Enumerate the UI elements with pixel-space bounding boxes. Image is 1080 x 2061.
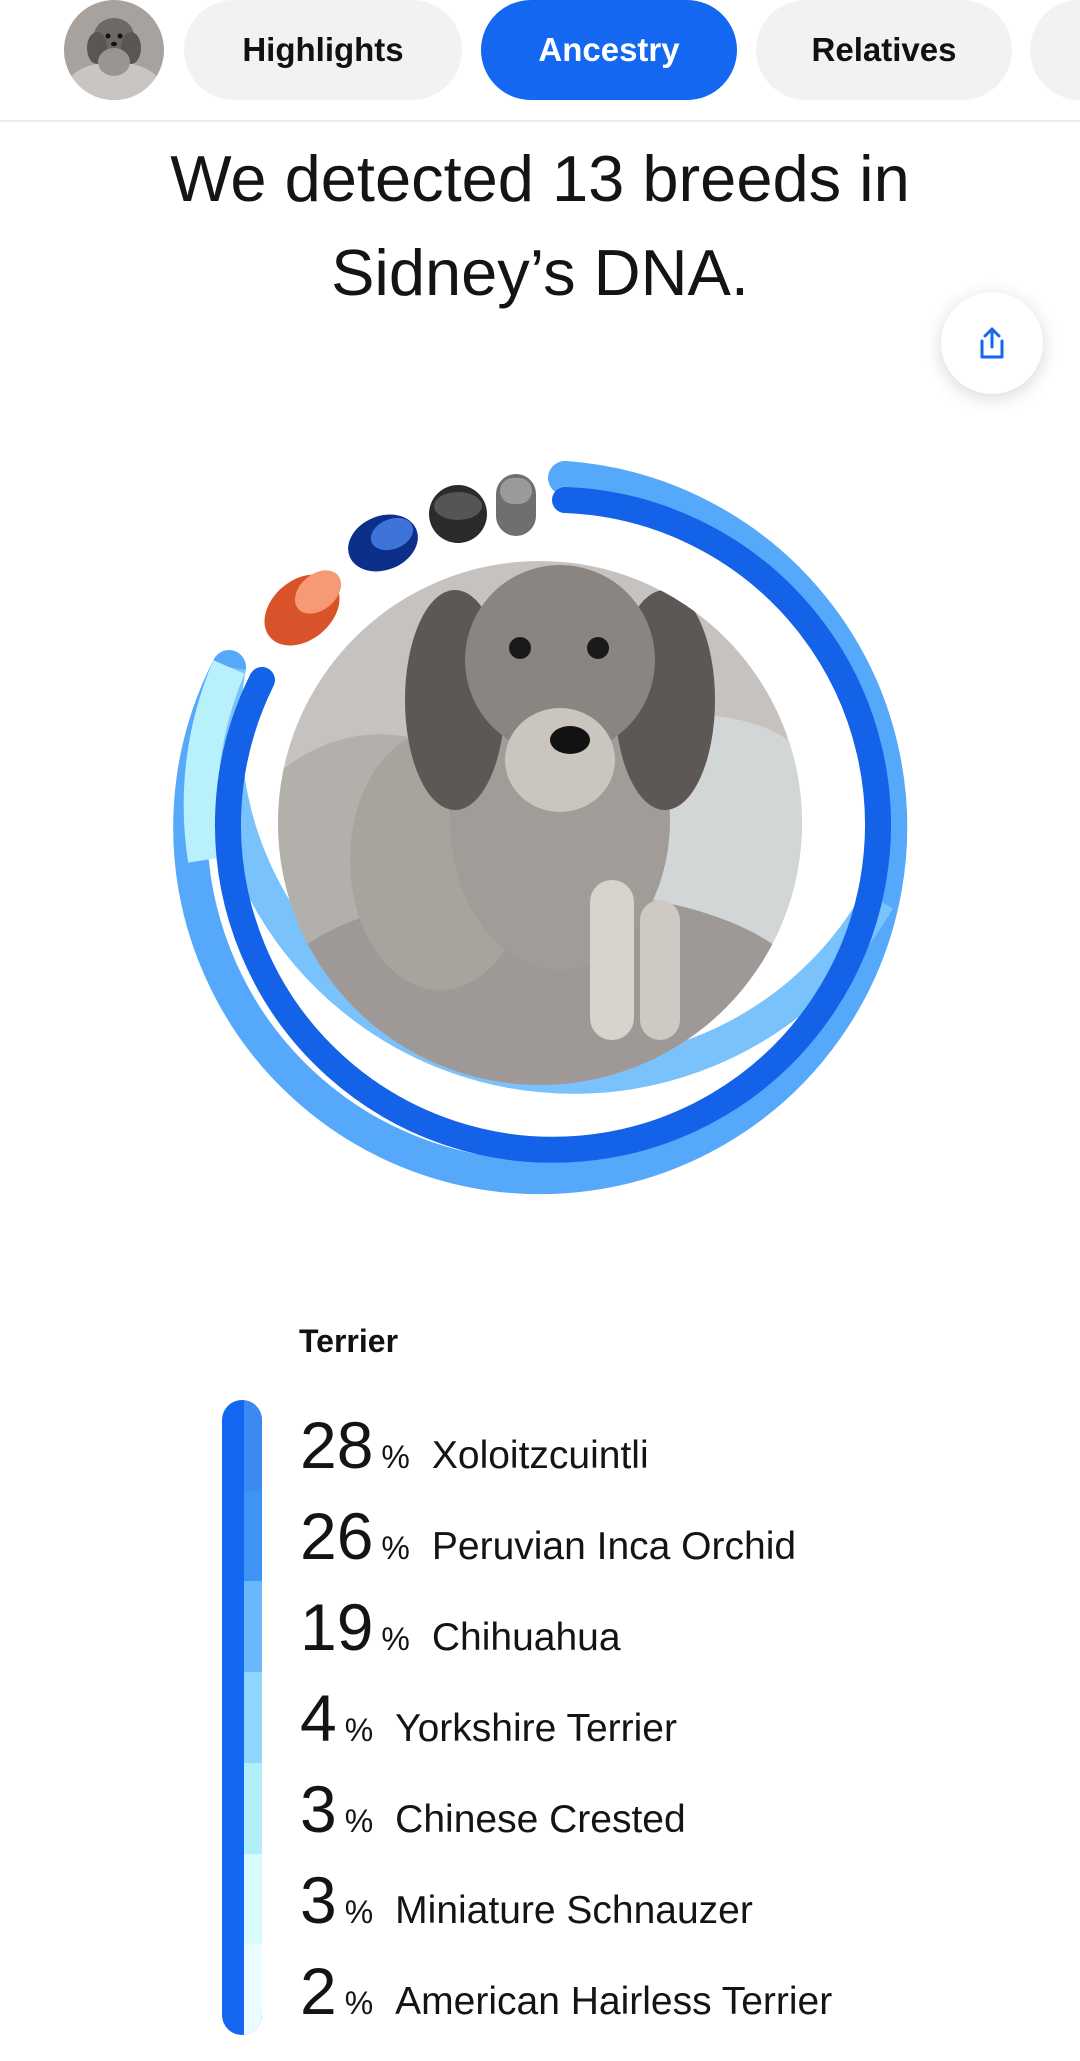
breed-percent: 3 [300,1772,337,1846]
breed-name: Xoloitzcuintli [431,1434,649,1477]
percent-symbol: % [344,1712,374,1748]
breed-row[interactable]: 2% American Hairless Terrier [300,1946,1060,2037]
dark-gray-group-segment[interactable] [429,485,487,543]
orange-group-segment[interactable] [251,560,354,660]
breed-bar-segment [244,1400,262,1491]
breed-bar-segment [244,1581,262,1673]
breed-row[interactable]: 3% Miniature Schnauzer [300,1855,1060,1946]
breed-bar-segment [244,1762,262,1854]
breed-name: Peruvian Inca Orchid [431,1525,797,1568]
breed-row[interactable]: 4% Yorkshire Terrier [300,1673,1060,1764]
percent-symbol: % [381,1530,410,1566]
ancestry-group-bar [222,1400,262,2035]
breed-percent: 4 [300,1681,337,1755]
percent-symbol: % [381,1439,410,1475]
ancestry-group-title: Terrier [299,1323,399,1359]
percent-symbol: % [344,1803,374,1839]
breed-percent: 2 [300,1954,337,2028]
breed-name: Yorkshire Terrier [395,1707,677,1750]
breed-list: 28% Xoloitzcuintli 26% Peruvian Inca Orchid… [300,1400,1060,2037]
breed-percent: 26 [300,1499,374,1573]
breed-name: Chihuahua [431,1616,621,1659]
breed-name: Miniature Schnauzer [395,1889,753,1932]
blue-group-segment[interactable] [340,504,427,581]
breed-bar-segment [244,1944,262,2035]
breed-name: American Hairless Terrier [395,1980,833,2023]
breed-row[interactable]: 3% Chinese Crested [300,1764,1060,1855]
breed-percent: 3 [300,1863,337,1937]
percent-symbol: % [381,1621,410,1657]
breed-percent: 28 [300,1408,374,1482]
percent-symbol: % [344,1894,374,1930]
light-gray-group-segment[interactable] [496,474,536,536]
breed-row[interactable]: 19% Chihuahua [300,1582,1060,1673]
breed-name: Chinese Crested [395,1798,686,1841]
breed-bar-segment [244,1853,262,1945]
breed-bar-segment [244,1490,262,1582]
ancestry-ring-chart [173,461,908,1195]
breed-bar-segment [244,1672,262,1763]
breed-row[interactable]: 28% Xoloitzcuintli [300,1400,1060,1491]
percent-symbol: % [344,1985,374,2021]
breed-row[interactable]: 26% Peruvian Inca Orchid [300,1491,1060,1582]
breed-percent: 19 [300,1590,374,1664]
